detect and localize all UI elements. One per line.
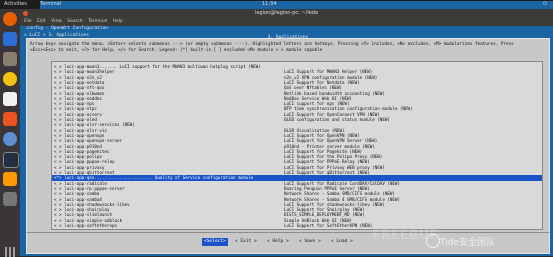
- package-list[interactable]: < > luci-app-mwan3....... LuCI support f…: [51, 61, 543, 230]
- system-top-bar: Activities Terminal 11:34 ⏻: [0, 0, 553, 231]
- package-description: LuCI Support for SoftEtherVPN (NEW): [284, 223, 373, 228]
- activities-button[interactable]: Activities: [4, 1, 27, 7]
- files-icon[interactable]: [3, 52, 17, 66]
- menu-search[interactable]: Search: [67, 19, 82, 24]
- menu-view[interactable]: View: [51, 19, 62, 24]
- help-line: Arrow keys navigate the menu. <Enter> se…: [30, 42, 514, 47]
- divider: [27, 232, 549, 233]
- terminal-window: legion@legion-pc: ~/lede File Edit View …: [20, 9, 553, 256]
- clock[interactable]: 11:34: [262, 1, 276, 7]
- help-text: Arrow keys navigate the menu. <Enter> se…: [30, 42, 545, 54]
- window-title: legion@legion-pc: ~/lede: [254, 10, 319, 16]
- dialog-title: 3. Applications: [267, 35, 309, 40]
- help-line: <Esc><Esc> to exit, <?> for Help, </> fo…: [30, 48, 323, 53]
- libreoffice-icon[interactable]: [3, 92, 17, 106]
- select-button[interactable]: <Select>: [202, 238, 228, 246]
- amazon-icon[interactable]: [3, 172, 17, 186]
- firefox-icon[interactable]: [3, 12, 17, 26]
- menu-help[interactable]: Help: [113, 19, 123, 24]
- help-button[interactable]: < Help >: [267, 238, 289, 246]
- list-item[interactable]: < > luci-app-softethervpn LuCI Support fo…: [52, 223, 542, 229]
- menu-file[interactable]: File: [24, 19, 32, 24]
- config-path: .config - OpenWrt Configuration: [24, 26, 108, 31]
- save-button[interactable]: < Save >: [299, 238, 321, 246]
- terminal-icon[interactable]: [3, 152, 19, 168]
- rhythmbox-icon[interactable]: [3, 72, 17, 86]
- wechat-icon: [426, 234, 440, 248]
- menuconfig-dialog: 3. Applications Arrow keys navigate the …: [26, 35, 550, 254]
- software-icon[interactable]: [3, 112, 17, 126]
- terminal-area[interactable]: .config - OpenWrt Configuration > LuCI >…: [20, 26, 553, 256]
- menu-bar: File Edit View Search Terminal Help: [20, 18, 553, 26]
- settings-icon[interactable]: [3, 192, 17, 206]
- window-titlebar: legion@legion-pc: ~/lede: [20, 9, 553, 18]
- thunderbird-icon[interactable]: [3, 32, 17, 46]
- help-icon[interactable]: [3, 132, 17, 146]
- load-button[interactable]: < Load >: [331, 238, 353, 246]
- system-tray-icon[interactable]: ⏻: [543, 1, 547, 7]
- menu-terminal[interactable]: Terminal: [88, 19, 107, 24]
- exit-button[interactable]: < Exit >: [235, 238, 257, 246]
- watermark-text: Tide安全团队: [440, 238, 495, 248]
- package-name: < > luci-app-softethervpn: [54, 223, 118, 228]
- menu-edit[interactable]: Edit: [37, 19, 46, 24]
- dock: [0, 9, 20, 257]
